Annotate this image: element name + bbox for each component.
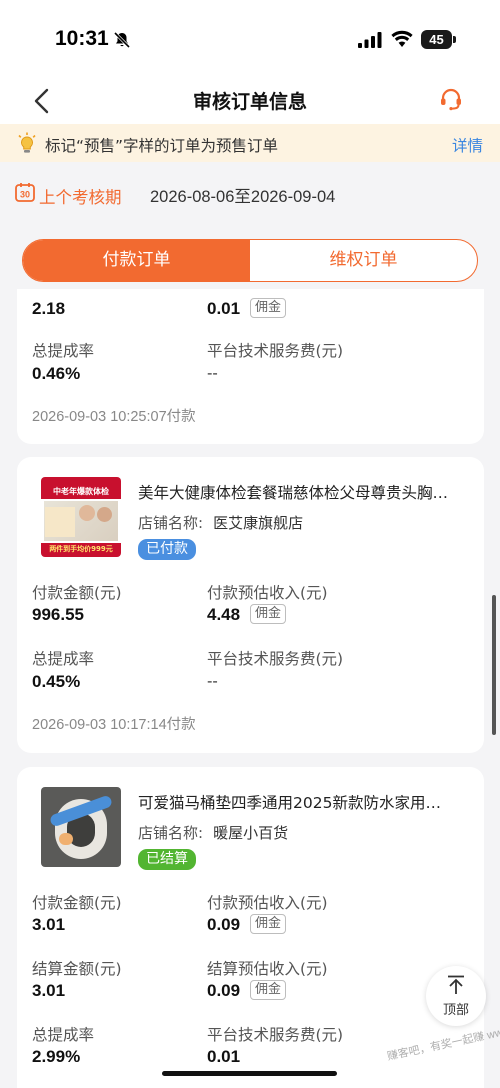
period-range: 2026-08-06至2026-09-04 xyxy=(150,188,336,206)
tab-paid-orders[interactable]: 付款订单 xyxy=(23,240,250,281)
settle-income-value: 0.09 xyxy=(207,981,241,1000)
thumbnail-person-right xyxy=(97,507,112,522)
income-value: 0.09 xyxy=(207,915,241,934)
shop-label: 店铺名称: xyxy=(138,514,204,532)
fee-label: 平台技术服务费(元) xyxy=(207,342,344,360)
income-value: 0.01 xyxy=(207,299,241,318)
lightbulb-icon xyxy=(18,132,36,153)
rate-value: 0.46% xyxy=(32,364,81,383)
home-indicator[interactable] xyxy=(162,1071,337,1076)
payment-timestamp: 2026-09-03 10:17:14付款 xyxy=(32,717,196,733)
customer-service-icon[interactable] xyxy=(438,86,464,112)
status-time: 10:31 xyxy=(55,27,109,50)
fee-label: 平台技术服务费(元) xyxy=(207,1026,344,1044)
amount-value: 996.55 xyxy=(32,605,84,624)
thumbnail-cat-face xyxy=(59,833,73,845)
commission-tag: 佣金 xyxy=(250,980,287,1000)
scrollbar[interactable] xyxy=(492,595,496,735)
fee-label: 平台技术服务费(元) xyxy=(207,650,344,668)
tab-refund-orders[interactable]: 维权订单 xyxy=(250,240,477,281)
order-list[interactable]: 2.18 0.01 佣金 总提成率 平台技术服务费(元) 0.46% -- 20… xyxy=(0,289,500,1088)
order-card[interactable]: 中老年爆款体检 两件到手均价999元 美年大健康体检套餐瑞慈体检父母尊贵头胸… … xyxy=(17,457,484,753)
cellular-signal-icon xyxy=(358,32,382,48)
order-card[interactable]: 可爱猫马桶垫四季通用2025新款防水家用… 店铺名称: 暖屋小百货 已结算 付款金… xyxy=(17,767,484,1088)
rate-label: 总提成率 xyxy=(32,650,95,668)
shop-name: 医艾康旗舰店 xyxy=(213,514,304,532)
fee-value: -- xyxy=(207,672,218,690)
shop-label: 店铺名称: xyxy=(138,824,204,842)
rate-label: 总提成率 xyxy=(32,1026,95,1044)
calendar-icon-number: 30 xyxy=(20,190,30,200)
settle-amount-value: 3.01 xyxy=(32,981,66,1000)
income-value: 4.48 xyxy=(207,605,241,624)
wifi-icon xyxy=(391,30,413,47)
product-title[interactable]: 美年大健康体检套餐瑞慈体检父母尊贵头胸… xyxy=(138,481,448,503)
order-card: 2.18 0.01 佣金 总提成率 平台技术服务费(元) 0.46% -- 20… xyxy=(17,289,484,444)
notice-bar: 标记“预售”字样的订单为预售订单 详情 xyxy=(0,124,500,162)
settle-amount-label: 结算金额(元) xyxy=(32,960,122,978)
payment-timestamp: 2026-09-03 10:25:07付款 xyxy=(32,409,196,425)
commission-tag: 佣金 xyxy=(250,914,287,934)
amount-value: 3.01 xyxy=(32,915,66,934)
product-thumbnail xyxy=(41,787,121,867)
notice-details-link[interactable]: 详情 xyxy=(452,134,483,156)
rate-value: 2.99% xyxy=(32,1047,81,1066)
thumbnail-banner-text: 中老年爆款体检 xyxy=(53,487,109,496)
calendar-icon: 30 xyxy=(15,183,35,202)
nav-bar: 审核订单信息 xyxy=(0,78,500,124)
product-thumbnail: 中老年爆款体检 两件到手均价999元 xyxy=(41,477,121,557)
bell-muted-icon xyxy=(113,31,131,49)
back-to-top-button[interactable]: 顶部 xyxy=(426,966,486,1026)
commission-tag: 佣金 xyxy=(250,298,287,318)
battery-tip xyxy=(453,36,456,43)
order-type-tabs: 付款订单 维权订单 xyxy=(22,239,478,282)
fee-value: -- xyxy=(207,364,218,382)
income-label: 付款预估收入(元) xyxy=(207,894,328,912)
notice-text: 标记“预售”字样的订单为预售订单 xyxy=(45,137,279,155)
battery-indicator: 45 xyxy=(421,30,452,49)
thumbnail-price-text: 两件到手均价999元 xyxy=(49,545,113,553)
shop-line: 店铺名称: 暖屋小百货 xyxy=(138,822,288,843)
commission-tag: 佣金 xyxy=(250,604,287,624)
shop-name: 暖屋小百货 xyxy=(213,824,289,842)
amount-value: 2.18 xyxy=(32,299,66,318)
settle-income-label: 结算预估收入(元) xyxy=(207,960,328,978)
status-bar: 10:31 45 xyxy=(0,0,500,78)
fee-value: 0.01 xyxy=(207,1047,241,1066)
back-to-top-label: 顶部 xyxy=(442,1003,469,1018)
amount-label: 付款金额(元) xyxy=(32,894,122,912)
arrow-up-icon xyxy=(448,975,464,994)
assessment-period-bar[interactable]: 30 上个考核期 2026-08-06至2026-09-04 xyxy=(0,162,500,222)
product-title[interactable]: 可爱猫马桶垫四季通用2025新款防水家用… xyxy=(138,791,441,813)
rate-label: 总提成率 xyxy=(32,342,95,360)
amount-label: 付款金额(元) xyxy=(32,584,122,602)
status-badge: 已结算 xyxy=(138,849,196,870)
thumbnail-stripe-left xyxy=(45,507,75,537)
thumbnail-person-left xyxy=(79,505,95,521)
shop-line: 店铺名称: 医艾康旗舰店 xyxy=(138,512,303,533)
period-label[interactable]: 上个考核期 xyxy=(39,184,122,208)
status-badge: 已付款 xyxy=(138,539,196,560)
income-label: 付款预估收入(元) xyxy=(207,584,328,602)
rate-value: 0.45% xyxy=(32,672,81,691)
page-title: 审核订单信息 xyxy=(192,91,307,113)
